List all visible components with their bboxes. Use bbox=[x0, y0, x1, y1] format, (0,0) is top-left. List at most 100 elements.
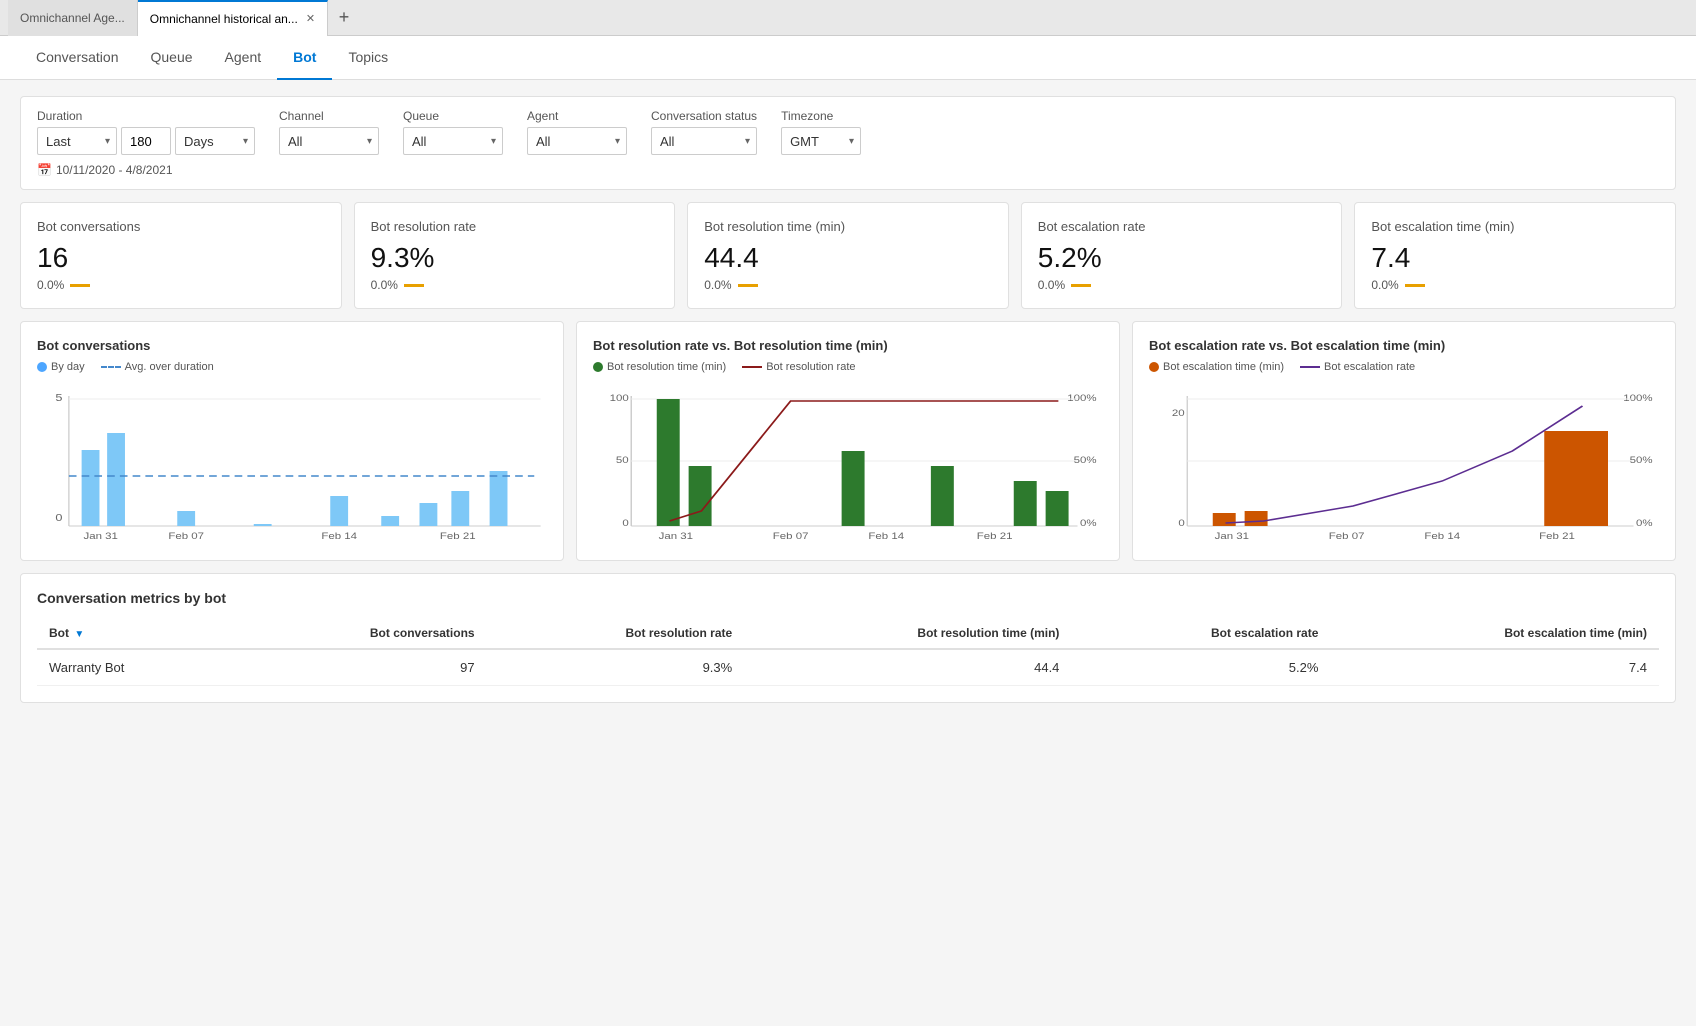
svg-text:Feb 21: Feb 21 bbox=[1539, 532, 1575, 541]
chart-bot-escalation-legend: Bot escalation time (min) Bot escalation… bbox=[1149, 361, 1659, 373]
filter-conversation-status: Conversation status All bbox=[651, 109, 757, 155]
nav-item-bot[interactable]: Bot bbox=[277, 36, 332, 80]
filter-agent-label: Agent bbox=[527, 109, 627, 123]
svg-text:0: 0 bbox=[55, 513, 62, 523]
svg-text:0: 0 bbox=[1178, 519, 1185, 529]
chart-bot-resolution-title: Bot resolution rate vs. Bot resolution t… bbox=[593, 338, 1103, 353]
col-header-bot-resolution-rate: Bot resolution rate bbox=[487, 618, 745, 649]
col-header-bot-escalation-rate: Bot escalation rate bbox=[1071, 618, 1330, 649]
bot-escalation-chart-svg: 20 0 100% 50% 0% Jan 31 Feb 07 Feb 1 bbox=[1149, 381, 1659, 541]
svg-text:Feb 14: Feb 14 bbox=[868, 532, 904, 541]
kpi-card-bot-resolution-time: Bot resolution time (min) 44.4 0.0% bbox=[687, 202, 1009, 309]
calendar-icon: 📅 bbox=[37, 163, 52, 177]
filter-conversation-status-label: Conversation status bbox=[651, 109, 757, 123]
svg-text:Jan 31: Jan 31 bbox=[1215, 532, 1250, 541]
chart-bot-resolution-legend: Bot resolution time (min) Bot resolution… bbox=[593, 361, 1103, 373]
kpi-title-bot-resolution-time: Bot resolution time (min) bbox=[704, 219, 992, 234]
filter-bar: Duration Last Days Channel All bbox=[20, 96, 1676, 190]
svg-text:Feb 14: Feb 14 bbox=[1424, 532, 1460, 541]
filter-timezone-select[interactable]: GMT bbox=[781, 127, 861, 155]
kpi-title-bot-escalation-time: Bot escalation time (min) bbox=[1371, 219, 1659, 234]
bar-7 bbox=[420, 503, 438, 526]
browser-tab-1[interactable]: Omnichannel Age... bbox=[8, 0, 138, 36]
bar-8 bbox=[451, 491, 469, 526]
legend-avg: Avg. over duration bbox=[101, 361, 214, 373]
nav-item-agent[interactable]: Agent bbox=[209, 36, 278, 80]
kpi-title-bot-conversations: Bot conversations bbox=[37, 219, 325, 234]
kpi-trend-bar-bot-resolution-rate bbox=[404, 284, 424, 287]
chart-bot-escalation: Bot escalation rate vs. Bot escalation t… bbox=[1132, 321, 1676, 561]
filter-timezone: Timezone GMT bbox=[781, 109, 861, 155]
kpi-trend-bot-escalation-rate: 0.0% bbox=[1038, 278, 1326, 292]
browser-tab-2[interactable]: Omnichannel historical an... ✕ bbox=[138, 0, 328, 36]
svg-text:Feb 21: Feb 21 bbox=[440, 532, 476, 541]
sort-indicator-bot[interactable]: ▼ bbox=[74, 629, 84, 640]
nav-item-queue[interactable]: Queue bbox=[135, 36, 209, 80]
legend-by-day: By day bbox=[37, 361, 85, 373]
chart-bot-conversations-title: Bot conversations bbox=[37, 338, 547, 353]
main-navigation: Conversation Queue Agent Bot Topics bbox=[0, 36, 1696, 80]
col-header-bot-conversations: Bot conversations bbox=[233, 618, 487, 649]
legend-dot-resolution-time bbox=[593, 362, 603, 372]
table-section-title: Conversation metrics by bot bbox=[37, 590, 1659, 606]
bar-4 bbox=[254, 524, 272, 526]
filter-duration-preset[interactable]: Last bbox=[37, 127, 117, 155]
filter-duration-label: Duration bbox=[37, 109, 255, 123]
chart-bot-conversations: Bot conversations By day Avg. over durat… bbox=[20, 321, 564, 561]
nav-item-topics[interactable]: Topics bbox=[332, 36, 404, 80]
kpi-trend-bot-resolution-time: 0.0% bbox=[704, 278, 992, 292]
filter-channel-label: Channel bbox=[279, 109, 379, 123]
add-tab-button[interactable]: + bbox=[328, 2, 360, 34]
date-range-text: 10/11/2020 - 4/8/2021 bbox=[56, 163, 173, 177]
svg-text:0%: 0% bbox=[1080, 519, 1097, 529]
svg-text:Feb 07: Feb 07 bbox=[168, 532, 204, 541]
filter-queue: Queue All bbox=[403, 109, 503, 155]
filter-queue-select[interactable]: All bbox=[403, 127, 503, 155]
filter-channel: Channel All bbox=[279, 109, 379, 155]
kpi-cards-row: Bot conversations 16 0.0% Bot resolution… bbox=[20, 202, 1676, 309]
kpi-trend-bar-bot-escalation-time bbox=[1405, 284, 1425, 287]
bot-resolution-chart-svg: 100 50 0 100% 50% 0% bbox=[593, 381, 1103, 541]
chart-bot-escalation-title: Bot escalation rate vs. Bot escalation t… bbox=[1149, 338, 1659, 353]
close-tab-icon[interactable]: ✕ bbox=[306, 12, 315, 25]
cell-bot-name: Warranty Bot bbox=[37, 649, 233, 686]
cell-bot-escalation-rate: 5.2% bbox=[1071, 649, 1330, 686]
kpi-trend-bar-bot-escalation-rate bbox=[1071, 284, 1091, 287]
kpi-trend-bar-bot-conversations bbox=[70, 284, 90, 287]
bar-5 bbox=[330, 496, 348, 526]
kpi-value-bot-conversations: 16 bbox=[37, 242, 325, 274]
filter-conversation-status-select[interactable]: All bbox=[651, 127, 757, 155]
kpi-trend-bot-escalation-time: 0.0% bbox=[1371, 278, 1659, 292]
cell-bot-resolution-rate: 9.3% bbox=[487, 649, 745, 686]
svg-text:Jan 31: Jan 31 bbox=[84, 532, 119, 541]
filter-channel-select[interactable]: All bbox=[279, 127, 379, 155]
kpi-card-bot-escalation-rate: Bot escalation rate 5.2% 0.0% bbox=[1021, 202, 1343, 309]
legend-line-escalation-rate bbox=[1300, 366, 1320, 368]
svg-text:0%: 0% bbox=[1636, 519, 1653, 529]
legend-line-resolution-rate bbox=[742, 366, 762, 368]
kpi-value-bot-resolution-rate: 9.3% bbox=[371, 242, 659, 274]
cell-bot-resolution-time: 44.4 bbox=[744, 649, 1071, 686]
kpi-trend-bot-resolution-rate: 0.0% bbox=[371, 278, 659, 292]
col-header-bot-resolution-time: Bot resolution time (min) bbox=[744, 618, 1071, 649]
svg-text:Feb 21: Feb 21 bbox=[977, 532, 1013, 541]
nav-item-conversation[interactable]: Conversation bbox=[20, 36, 135, 80]
filter-duration: Duration Last Days bbox=[37, 109, 255, 155]
legend-resolution-time: Bot resolution time (min) bbox=[593, 361, 726, 373]
svg-text:Jan 31: Jan 31 bbox=[659, 532, 694, 541]
kpi-trend-bot-conversations: 0.0% bbox=[37, 278, 325, 292]
filter-queue-label: Queue bbox=[403, 109, 503, 123]
charts-row: Bot conversations By day Avg. over durat… bbox=[20, 321, 1676, 561]
bar-1 bbox=[82, 450, 100, 526]
filter-duration-value[interactable] bbox=[121, 127, 171, 155]
svg-text:50: 50 bbox=[616, 456, 629, 466]
chart-bot-conversations-legend: By day Avg. over duration bbox=[37, 361, 547, 373]
kpi-value-bot-escalation-time: 7.4 bbox=[1371, 242, 1659, 274]
filter-agent-select[interactable]: All bbox=[527, 127, 627, 155]
conversation-metrics-table-section: Conversation metrics by bot Bot ▼ Bot co… bbox=[20, 573, 1676, 703]
svg-text:100: 100 bbox=[610, 394, 629, 404]
filter-duration-unit[interactable]: Days bbox=[175, 127, 255, 155]
chart-bot-resolution: Bot resolution rate vs. Bot resolution t… bbox=[576, 321, 1120, 561]
cell-bot-conversations: 97 bbox=[233, 649, 487, 686]
table-header-row: Bot ▼ Bot conversations Bot resolution r… bbox=[37, 618, 1659, 649]
